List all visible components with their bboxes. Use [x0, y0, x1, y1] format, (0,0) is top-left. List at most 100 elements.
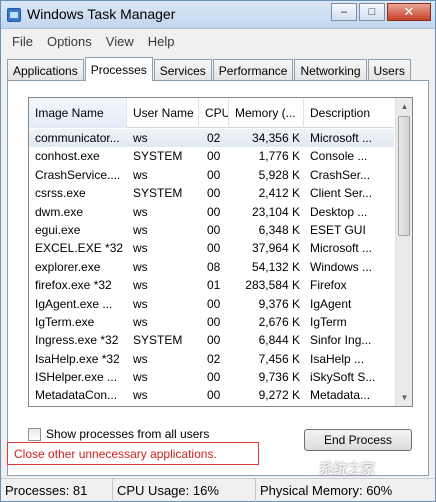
cell-memory: 2,412 K	[258, 186, 300, 201]
cell-cpu: 00	[207, 370, 221, 385]
end-process-button[interactable]: End Process	[304, 429, 412, 451]
cell-description: IgTerm	[310, 314, 347, 329]
window-title: Windows Task Manager	[27, 6, 176, 22]
cell-description: Metadata...	[310, 388, 371, 403]
cell-image-name: conhost.exe	[35, 149, 100, 164]
cell-cpu: 00	[207, 388, 221, 403]
cell-image-name: CrashService....	[35, 167, 121, 182]
process-list-body: communicator... ws 02 34,356 K Microsoft ...…	[29, 129, 394, 406]
cell-image-name: explorer.exe	[35, 259, 101, 274]
process-row[interactable]: IsaHelp.exe *32 ws 02 7,456 K IsaHelp ...	[29, 350, 394, 368]
scrollbar-thumb[interactable]	[398, 116, 410, 236]
cell-memory: 6,844 K	[258, 333, 300, 348]
show-all-users-option[interactable]: Show processes from all users	[28, 427, 209, 441]
cell-user-name: SYSTEM	[133, 186, 183, 201]
cell-memory: 9,272 K	[258, 388, 300, 403]
process-row[interactable]: IgAgent.exe ... ws 00 9,376 K IgAgent	[29, 295, 394, 313]
cell-memory: 54,132 K	[251, 259, 300, 274]
process-row[interactable]: Ingress.exe *32 SYSTEM 00 6,844 K Sinfor Ing…	[29, 331, 394, 349]
cell-user-name: ws	[133, 296, 148, 311]
menu-help[interactable]: Help	[141, 34, 182, 49]
column-user-name[interactable]: User Name	[127, 98, 199, 128]
cell-description: Console ...	[310, 149, 368, 164]
scroll-up-arrow-icon[interactable]: ▲	[396, 98, 412, 115]
tab-users[interactable]: Users	[367, 59, 411, 81]
caption-buttons: – □ ✕	[331, 3, 431, 21]
title-bar[interactable]: Windows Task Manager – □ ✕	[1, 1, 435, 29]
process-row[interactable]: MetadataCon... ws 00 9,272 K Metadata...	[29, 386, 394, 404]
cell-image-name: IgTerm.exe	[35, 314, 95, 329]
menu-options[interactable]: Options	[40, 34, 99, 49]
cell-memory: 283,584 K	[245, 278, 300, 293]
cell-cpu: 00	[207, 149, 221, 164]
cell-user-name: SYSTEM	[133, 149, 183, 164]
process-row[interactable]: IgTerm.exe ws 00 2,676 K IgTerm	[29, 313, 394, 331]
cell-description: Windows ...	[310, 259, 373, 274]
cell-user-name: ws	[133, 222, 148, 237]
cell-memory: 1,776 K	[258, 149, 300, 164]
process-list[interactable]: Image Name User Name CPU Memory (... Des…	[28, 97, 413, 407]
process-list-header: Image Name User Name CPU Memory (... Des…	[29, 98, 394, 128]
cell-user-name: SYSTEM	[133, 333, 183, 348]
cell-image-name: MSOSYNC.EX...	[29, 405, 127, 406]
cell-memory: 23,104 K	[251, 204, 300, 219]
show-all-users-checkbox[interactable]	[28, 427, 41, 441]
cell-description: Microsoft ...	[310, 241, 373, 256]
maximize-button[interactable]: □	[359, 3, 385, 21]
scroll-down-arrow-icon[interactable]: ▼	[396, 389, 412, 406]
menu-view[interactable]: View	[99, 34, 141, 49]
cell-user-name: ws	[133, 204, 148, 219]
process-row[interactable]: conhost.exe SYSTEM 00 1,776 K Console ...	[29, 147, 394, 165]
cell-description: CrashSer...	[310, 167, 371, 182]
process-row[interactable]: EXCEL.EXE *32 ws 00 37,964 K Microsoft ...	[29, 239, 394, 257]
cell-description: Microsoft ...	[310, 131, 373, 145]
cell-image-name: EXCEL.EXE *32	[35, 241, 124, 256]
tab-applications[interactable]: Applications	[7, 59, 84, 81]
process-row[interactable]: explorer.exe ws 08 54,132 K Windows ...	[29, 258, 394, 276]
cell-user-name: ws	[133, 351, 148, 366]
cell-description: iSkySoft S...	[310, 370, 376, 385]
column-description[interactable]: Description	[304, 98, 394, 128]
cell-user-name: ws	[133, 259, 148, 274]
site-watermark: 系统之家	[319, 461, 375, 477]
cell-cpu: 00	[207, 167, 221, 182]
process-row[interactable]: CrashService.... ws 00 5,928 K CrashSer...	[29, 166, 394, 184]
cell-image-name: IgAgent.exe ...	[35, 296, 113, 311]
instruction-callout: Close other unnecessary applications.	[7, 442, 259, 465]
cell-cpu: 00	[207, 222, 221, 237]
column-cpu[interactable]: CPU	[199, 98, 229, 128]
column-memory[interactable]: Memory (...	[229, 98, 304, 128]
process-row[interactable]: csrss.exe SYSTEM 00 2,412 K Client Ser...	[29, 184, 394, 202]
cell-cpu: 01	[207, 278, 221, 293]
process-row[interactable]: communicator... ws 02 34,356 K Microsoft ...	[29, 129, 394, 148]
process-row[interactable]: egui.exe ws 00 6,348 K ESET GUI	[29, 221, 394, 239]
cell-description: Firefox	[310, 278, 347, 293]
cell-description: IgAgent	[310, 296, 352, 311]
tab-networking[interactable]: Networking	[294, 59, 367, 81]
show-all-users-label: Show processes from all users	[46, 427, 210, 441]
cell-cpu: 00	[207, 314, 221, 329]
status-physical-memory: Physical Memory: 60%	[260, 483, 393, 498]
process-row[interactable]: MSOSYNC.EX...ws006,748 KMicrosoft ...	[29, 405, 394, 406]
cell-cpu: 00	[199, 405, 229, 406]
close-button[interactable]: ✕	[387, 3, 431, 21]
cell-image-name: communicator...	[35, 131, 120, 145]
cell-memory: 6,748 K	[229, 405, 304, 406]
tab-processes[interactable]: Processes	[84, 57, 153, 81]
process-row[interactable]: ISHelper.exe ... ws 00 9,736 K iSkySoft S...	[29, 368, 394, 386]
process-list-scrollbar[interactable]: ▲ ▼	[395, 98, 412, 406]
cell-cpu: 00	[207, 241, 221, 256]
menu-file[interactable]: File	[5, 34, 40, 49]
minimize-button[interactable]: –	[331, 3, 357, 21]
process-row[interactable]: firefox.exe *32 ws 01 283,584 K Firefox	[29, 276, 394, 294]
processes-panel: Image Name User Name CPU Memory (... Des…	[7, 80, 429, 476]
cell-image-name: firefox.exe *32	[35, 278, 112, 293]
process-row[interactable]: dwm.exe ws 00 23,104 K Desktop ...	[29, 203, 394, 221]
cell-image-name: ISHelper.exe ...	[35, 370, 118, 385]
tab-performance[interactable]: Performance	[212, 59, 294, 81]
tab-services[interactable]: Services	[153, 59, 212, 81]
cell-image-name: Ingress.exe *32	[35, 333, 119, 348]
cell-memory: 34,356 K	[251, 131, 300, 145]
column-image-name[interactable]: Image Name	[29, 98, 127, 128]
cell-memory: 5,928 K	[258, 167, 300, 182]
